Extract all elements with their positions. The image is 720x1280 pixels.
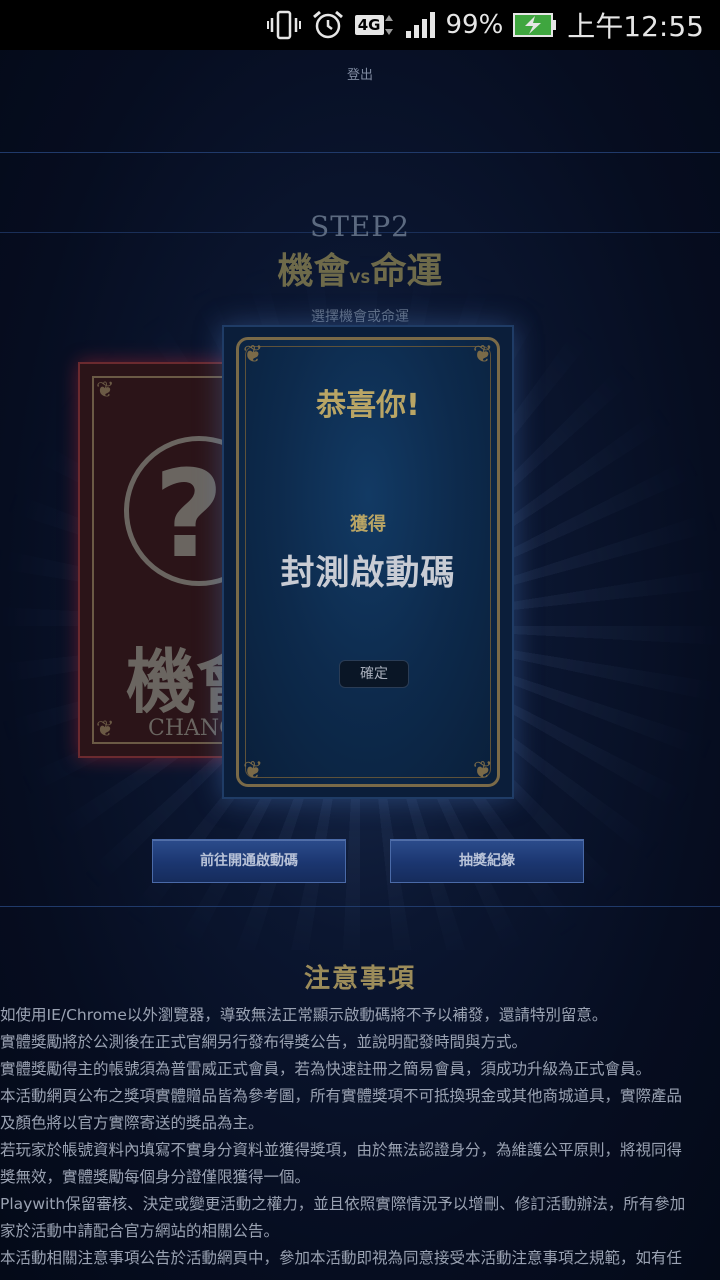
logout-link[interactable]: 登出: [0, 64, 720, 83]
notes-line: 家於活動中請配合官方網站的相關公告。: [0, 1222, 280, 1240]
clock: 上午12:55: [567, 10, 704, 43]
notes-line: 本活動網頁公布之獎項實體贈品皆為參考圖，所有實體獎項不可抵換現金或其他商城道具，…: [0, 1087, 683, 1105]
battery-percent: 99%: [445, 10, 504, 40]
notes-line: 若玩家於帳號資料內填寫不實身分資料並獲得獎項，由於無法認證身分，為維護公平原則，…: [0, 1141, 683, 1159]
ornament-corner-icon: ❦: [472, 340, 493, 368]
step-subtitle: 選擇機會或命運: [311, 309, 409, 325]
notes-line: Playwith保留審核、決定或變更活動之權力，並且依照實際情況予以增刪、修訂活…: [0, 1195, 686, 1213]
question-mark-icon: ?: [154, 446, 224, 585]
notes-line: 本活動相關注意事項公告於活動網頁中，參加本活動即視為同意接受本活動注意事項之規範…: [0, 1249, 683, 1267]
title-chance: 機會: [277, 251, 350, 292]
notes-title: 注意事項: [303, 964, 416, 994]
notes-line: 實體獎勵得主的帳號須為普雷威正式會員，若為快速註冊之簡易會員，須成功升級為正式會…: [0, 1060, 652, 1078]
confirm-button[interactable]: 確定: [339, 660, 409, 688]
signal-icon: [404, 11, 436, 39]
divider-notes: [0, 906, 720, 907]
lte-icon: 4G: [354, 13, 394, 37]
title-destiny: 命運: [370, 251, 443, 292]
draw-history-button[interactable]: 抽獎紀錄: [390, 839, 584, 883]
got-label: 獲得: [350, 514, 386, 535]
notes-line: 實體獎勵將於公測後在正式官網另行發布得獎公告，並說明配發時間與方式。: [0, 1033, 528, 1051]
result-card: ❦ ❦ ❦ ❦ 恭喜你! 獲得 封測啟動碼 確定: [222, 325, 514, 799]
activate-code-button[interactable]: 前往開通啟動碼: [152, 839, 346, 883]
divider-top: [0, 152, 720, 153]
title-vs: VS: [349, 271, 371, 287]
ornament-corner-icon: ❦: [96, 378, 115, 403]
ornament-corner-icon: ❦: [243, 756, 264, 784]
battery-charging-icon: [513, 12, 557, 38]
event-page: 登出 STEP2 機會VS命運 選擇機會或命運 ❦ ❦ ? 機會 CHANCE …: [0, 50, 720, 1280]
lte-label: 4G: [354, 15, 384, 35]
notes-line: 如使用IE/Chrome以外瀏覽器，導致無法正常顯示啟動碼將不予以補發，還請特別…: [0, 1006, 608, 1024]
congrats-heading: 恭喜你!: [316, 388, 420, 423]
vibrate-icon: [266, 10, 301, 40]
ornament-corner-icon: ❦: [96, 717, 115, 742]
step-label: STEP2: [310, 210, 410, 243]
notes-line: 及顏色將以官方實際寄送的獎品為主。: [0, 1114, 264, 1132]
notes-line: 獎無效，實體獎勵每個身分證僅限獲得一個。: [0, 1168, 311, 1186]
ornament-corner-icon: ❦: [243, 340, 264, 368]
step-title: 機會VS命運: [0, 242, 720, 294]
alarm-icon: [311, 9, 345, 41]
result-card-frame: ❦ ❦ ❦ ❦ 恭喜你! 獲得 封測啟動碼 確定: [236, 337, 500, 787]
status-bar: 4G 99% 上午12:55: [0, 0, 720, 50]
notes-list: 如使用IE/Chrome以外瀏覽器，導致無法正常顯示啟動碼將不予以補發，還請特別…: [0, 1002, 720, 1272]
ornament-corner-icon: ❦: [472, 756, 493, 784]
prize-name: 封測啟動碼: [280, 553, 456, 593]
